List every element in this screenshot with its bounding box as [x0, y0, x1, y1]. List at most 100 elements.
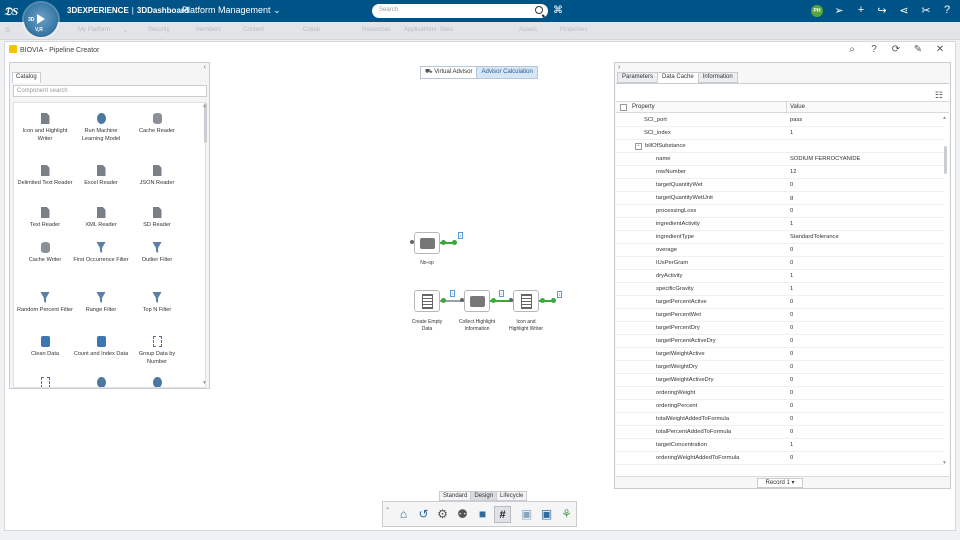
tab-9[interactable]: Properties	[560, 27, 587, 33]
catalog-item[interactable]	[73, 377, 129, 387]
tab-information[interactable]: Information	[697, 72, 738, 83]
node-icon-highlight-writer[interactable]	[513, 290, 539, 312]
table-row[interactable]: orderingWeight 0	[616, 387, 945, 400]
catalog-item[interactable]: Delimited Text Reader	[17, 165, 73, 187]
count-icon[interactable]: #	[494, 506, 511, 523]
collapse-left-icon[interactable]: ‹	[204, 64, 206, 71]
deploy-icon[interactable]: ⚘	[558, 506, 575, 523]
node-collect-highlight[interactable]	[464, 290, 490, 312]
scroll-up-icon[interactable]: ▲	[942, 115, 947, 121]
select-all-checkbox[interactable]	[620, 104, 627, 111]
stop-icon[interactable]: ■	[474, 506, 491, 523]
menu-icon[interactable]: ☰	[5, 27, 10, 34]
output-port[interactable]	[452, 240, 457, 245]
table-row[interactable]: totalWeightAddedToFormula 0	[616, 413, 945, 426]
catalog-item[interactable]: Text Reader	[17, 207, 73, 229]
table-row[interactable]: IUsPerGram 0	[616, 257, 945, 270]
tools-icon[interactable]: ✂	[919, 4, 933, 17]
tab-4[interactable]: Collab	[303, 27, 320, 33]
help-icon[interactable]: ?	[940, 4, 954, 16]
table-row[interactable]: targetWeightDry 0	[616, 361, 945, 374]
output-port[interactable]	[441, 240, 446, 245]
scroll-down-icon[interactable]: ▼	[942, 460, 947, 466]
table-row[interactable]: targetConcentration 1	[616, 439, 945, 452]
catalog-item[interactable]: First Occurrence Filter	[73, 242, 129, 264]
pin-icon[interactable]: ✎	[912, 44, 924, 56]
avatar[interactable]: PH	[811, 5, 823, 17]
table-row[interactable]: targetWeightActiveDry 0	[616, 374, 945, 387]
table-row[interactable]: targetQuantityWetUnit g	[616, 192, 945, 205]
search-icon[interactable]: ⌕	[846, 44, 858, 56]
columns-icon[interactable]: ☷	[935, 90, 943, 101]
add-icon[interactable]: +	[854, 4, 868, 16]
tab-design[interactable]: Design	[470, 491, 498, 501]
search-input[interactable]: Search	[372, 4, 548, 18]
refresh-icon[interactable]: ⟳	[890, 44, 902, 56]
chevron-down-icon[interactable]: ⌄	[123, 27, 128, 34]
tab-7[interactable]: Sites	[440, 27, 453, 33]
node-create-empty-data[interactable]	[414, 290, 440, 312]
chevron-down-icon[interactable]: ⌄	[385, 504, 390, 511]
share-icon[interactable]: ↪	[875, 4, 889, 17]
table-row[interactable]: targetQuantityWet 0	[616, 179, 945, 192]
tab-standard[interactable]: Standard	[439, 491, 472, 501]
table-row[interactable]: overallPercent0	[616, 465, 945, 468]
output-port[interactable]	[540, 298, 545, 303]
catalog-item[interactable]: Run Machine Learning Model	[73, 113, 129, 143]
column-value[interactable]: Value	[790, 104, 805, 110]
catalog-item[interactable]: Clean Data	[17, 336, 73, 358]
tag-icon[interactable]: ⌘	[553, 5, 563, 16]
tab-6[interactable]: Applications	[404, 27, 436, 33]
table-row[interactable]: ingredientType StandardTolerance	[616, 231, 945, 244]
panel-scrollbar[interactable]	[944, 146, 947, 174]
table-row[interactable]: targetPercentDry 0	[616, 322, 945, 335]
component-search-input[interactable]: Component search	[13, 85, 207, 97]
table-row[interactable]: specificGravity 1	[616, 283, 945, 296]
catalog-item[interactable]: Excel Reader	[73, 165, 129, 187]
scroll-up-icon[interactable]: ▲	[202, 103, 207, 109]
notifications-icon[interactable]: ➢	[832, 4, 846, 17]
catalog-item[interactable]: Random Percent Filter	[17, 292, 73, 314]
catalog-item[interactable]: Outlier Filter	[129, 242, 185, 264]
ds-logo-icon[interactable]: 𝔇S	[3, 2, 21, 20]
debug-icon[interactable]: ⚉	[454, 506, 471, 523]
table-row[interactable]: orderingPercent 0	[616, 400, 945, 413]
undo-icon[interactable]: ↺	[415, 506, 432, 523]
settings-icon[interactable]: ⚙	[434, 506, 451, 523]
table-row[interactable]: rowNumber 12	[616, 166, 945, 179]
compass-icon[interactable]: 3D V,R	[24, 3, 58, 37]
close-icon[interactable]: ✕	[934, 44, 946, 56]
table-row-group[interactable]: - billOfSubstance	[616, 140, 945, 153]
table-row[interactable]: targetPercentActive 0	[616, 296, 945, 309]
catalog-item[interactable]: Cache Writer	[17, 242, 73, 264]
home-icon[interactable]: ⌂	[395, 506, 412, 523]
search-icon[interactable]	[535, 6, 543, 14]
table-row[interactable]: ingredientActivity 1	[616, 218, 945, 231]
save-icon[interactable]: ▣	[518, 506, 535, 523]
catalog-item[interactable]: Range Filter	[73, 292, 129, 314]
column-property[interactable]: Property	[632, 104, 655, 110]
catalog-item[interactable]: Icon and Highlight Writer	[17, 113, 73, 143]
catalog-item[interactable]: JSON Reader	[129, 165, 185, 187]
table-row[interactable]: dryActivity 1	[616, 270, 945, 283]
table-row[interactable]: name SODIUM FERROCYANIDE	[616, 153, 945, 166]
table-row[interactable]: SCI_index 1	[616, 127, 945, 140]
expand-right-icon[interactable]: ›	[618, 64, 620, 71]
table-row[interactable]: overage 0	[616, 244, 945, 257]
node-noop[interactable]	[414, 232, 440, 254]
virtual-advisor-button[interactable]: ⛟ Virtual Advisor	[421, 67, 476, 78]
output-port[interactable]	[491, 298, 496, 303]
catalog-item[interactable]: Top N Filter	[129, 292, 185, 314]
tab-5[interactable]: Resources	[362, 27, 391, 33]
tab-catalog[interactable]: Catalog	[12, 72, 41, 83]
tab-lifecycle[interactable]: Lifecycle	[496, 491, 528, 501]
table-row[interactable]: orderingWeightAddedToFormula 0	[616, 452, 945, 465]
tab-data-cache[interactable]: Data Cache	[657, 72, 699, 83]
tab-parameters[interactable]: Parameters	[617, 72, 659, 83]
catalog-item[interactable]: Group Data by Number	[129, 336, 185, 366]
network-icon[interactable]: ⋖	[897, 4, 911, 17]
tab-2[interactable]: Members	[196, 27, 221, 33]
help-icon[interactable]: ?	[868, 44, 880, 56]
table-row[interactable]: targetPercentActiveDry 0	[616, 335, 945, 348]
output-port[interactable]	[551, 298, 556, 303]
